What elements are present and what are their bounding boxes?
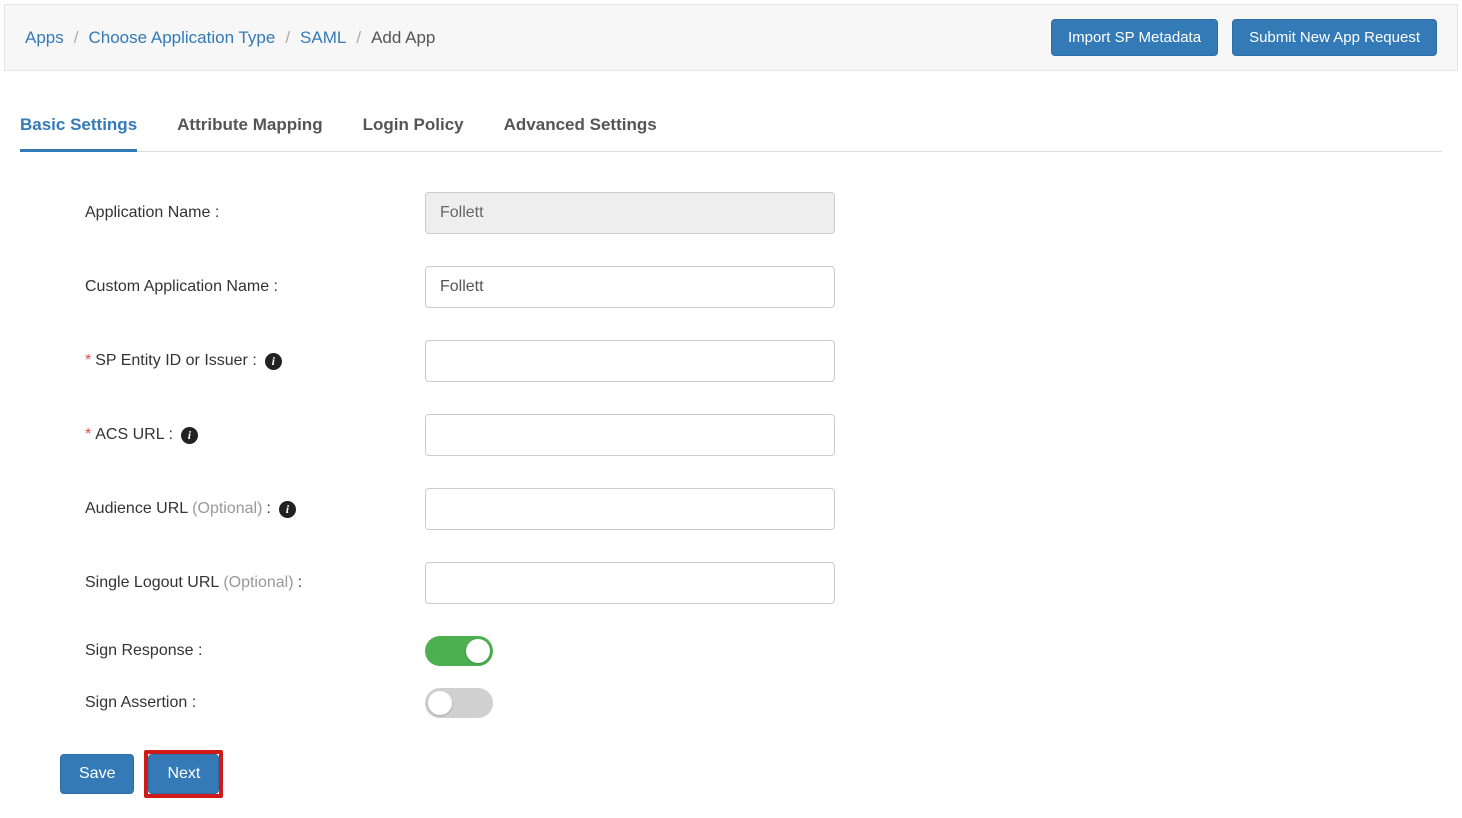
tab-attribute-mapping[interactable]: Attribute Mapping <box>177 105 322 152</box>
label-custom-application-name: Custom Application Name : <box>85 278 425 296</box>
row-acs-url: *ACS URL : i <box>85 414 1442 456</box>
next-button-highlight: Next <box>144 750 223 798</box>
row-custom-application-name: Custom Application Name : <box>85 266 1442 308</box>
required-mark: * <box>85 426 91 444</box>
tabs: Basic Settings Attribute Mapping Login P… <box>20 105 1442 152</box>
label-sp-entity-id: *SP Entity ID or Issuer : i <box>85 352 425 370</box>
import-sp-metadata-button[interactable]: Import SP Metadata <box>1051 19 1218 56</box>
row-single-logout-url: Single Logout URL (Optional) : <box>85 562 1442 604</box>
label-audience-url: Audience URL (Optional) : i <box>85 500 425 518</box>
label-acs-url: *ACS URL : i <box>85 426 425 444</box>
info-icon[interactable]: i <box>265 353 282 370</box>
breadcrumb-current: Add App <box>371 28 435 48</box>
row-sp-entity-id: *SP Entity ID or Issuer : i <box>85 340 1442 382</box>
row-application-name: Application Name : <box>85 192 1442 234</box>
input-audience-url[interactable] <box>425 488 835 530</box>
label-sign-assertion: Sign Assertion : <box>85 694 425 712</box>
breadcrumb-saml[interactable]: SAML <box>300 28 346 48</box>
save-button[interactable]: Save <box>60 754 134 794</box>
next-button[interactable]: Next <box>148 754 219 794</box>
input-application-name <box>425 192 835 234</box>
input-acs-url[interactable] <box>425 414 835 456</box>
toggle-sign-assertion[interactable] <box>425 688 493 718</box>
label-sign-response: Sign Response : <box>85 642 425 660</box>
breadcrumb-separator: / <box>285 28 290 48</box>
input-custom-application-name[interactable] <box>425 266 835 308</box>
basic-settings-form: Application Name : Custom Application Na… <box>20 192 1442 718</box>
header-bar: Apps / Choose Application Type / SAML / … <box>4 4 1458 71</box>
footer-buttons: Save Next <box>20 750 1442 798</box>
row-sign-assertion: Sign Assertion : <box>85 688 1442 718</box>
info-icon[interactable]: i <box>279 501 296 518</box>
info-icon[interactable]: i <box>181 427 198 444</box>
submit-new-app-request-button[interactable]: Submit New App Request <box>1232 19 1437 56</box>
toggle-thumb <box>428 691 452 715</box>
row-audience-url: Audience URL (Optional) : i <box>85 488 1442 530</box>
breadcrumb-separator: / <box>74 28 79 48</box>
input-sp-entity-id[interactable] <box>425 340 835 382</box>
toggle-thumb <box>466 639 490 663</box>
label-single-logout-url: Single Logout URL (Optional) : <box>85 574 425 592</box>
tab-login-policy[interactable]: Login Policy <box>363 105 464 152</box>
input-single-logout-url[interactable] <box>425 562 835 604</box>
required-mark: * <box>85 352 91 370</box>
tab-basic-settings[interactable]: Basic Settings <box>20 105 137 152</box>
breadcrumb-choose-type[interactable]: Choose Application Type <box>88 28 275 48</box>
row-sign-response: Sign Response : <box>85 636 1442 666</box>
label-application-name: Application Name : <box>85 204 425 222</box>
tab-advanced-settings[interactable]: Advanced Settings <box>504 105 657 152</box>
toggle-sign-response[interactable] <box>425 636 493 666</box>
breadcrumb: Apps / Choose Application Type / SAML / … <box>25 28 435 48</box>
content-area: Basic Settings Attribute Mapping Login P… <box>0 75 1462 818</box>
breadcrumb-separator: / <box>356 28 361 48</box>
breadcrumb-apps[interactable]: Apps <box>25 28 64 48</box>
header-buttons: Import SP Metadata Submit New App Reques… <box>1051 19 1437 56</box>
